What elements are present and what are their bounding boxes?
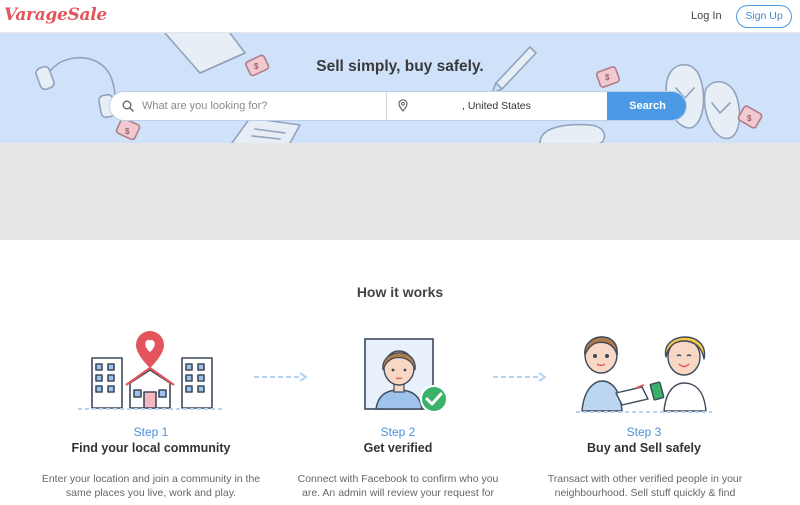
step-2-number: Step 2 <box>380 425 416 439</box>
step-3-title: Buy and Sell safely <box>587 441 701 455</box>
step-arrow-icon <box>254 372 308 382</box>
step-2-title: Get verified <box>363 441 433 455</box>
signup-button[interactable]: Sign Up <box>736 5 792 28</box>
community-map-icon <box>78 331 224 410</box>
step-1-title: Find your local community <box>71 441 231 455</box>
location-field[interactable]: , United States <box>462 100 531 112</box>
step-2-description: Connect with Facebook to confirm who you… <box>297 473 499 499</box>
varagesale-logo[interactable]: VarageSale <box>4 5 107 25</box>
search-icon <box>122 100 134 112</box>
step-1-number: Step 1 <box>133 425 169 439</box>
top-navigation-bar: VarageSale Log In Sign Up <box>0 0 800 33</box>
step-3-description: Transact with other verified people in y… <box>547 473 743 499</box>
price-tag-label-4: $ <box>747 114 752 123</box>
how-it-works-title: How it works <box>356 284 444 300</box>
step-3-number: Step 3 <box>626 425 662 439</box>
step-arrow-icon <box>493 372 547 382</box>
hero-decoration-illustration: $ $ $ $ <box>35 33 763 143</box>
search-button[interactable]: Search <box>607 92 686 120</box>
device-icon <box>539 123 606 143</box>
content-placeholder-band <box>0 143 800 240</box>
price-tag-label-1: $ <box>125 127 130 136</box>
hero-title: Sell simply, buy safely. <box>316 58 484 75</box>
step-1-description: Enter your location and join a community… <box>41 473 261 499</box>
verified-profile-icon <box>364 338 448 413</box>
exchange-icon <box>576 336 712 413</box>
hero-banner: $ $ $ $ Sell simply, buy safely. , Unite… <box>0 33 800 143</box>
search-input[interactable] <box>142 92 386 120</box>
search-bar: , United States Search <box>109 91 687 121</box>
location-pin-icon <box>398 99 408 112</box>
search-divider <box>386 92 387 120</box>
login-link[interactable]: Log In <box>691 10 722 22</box>
